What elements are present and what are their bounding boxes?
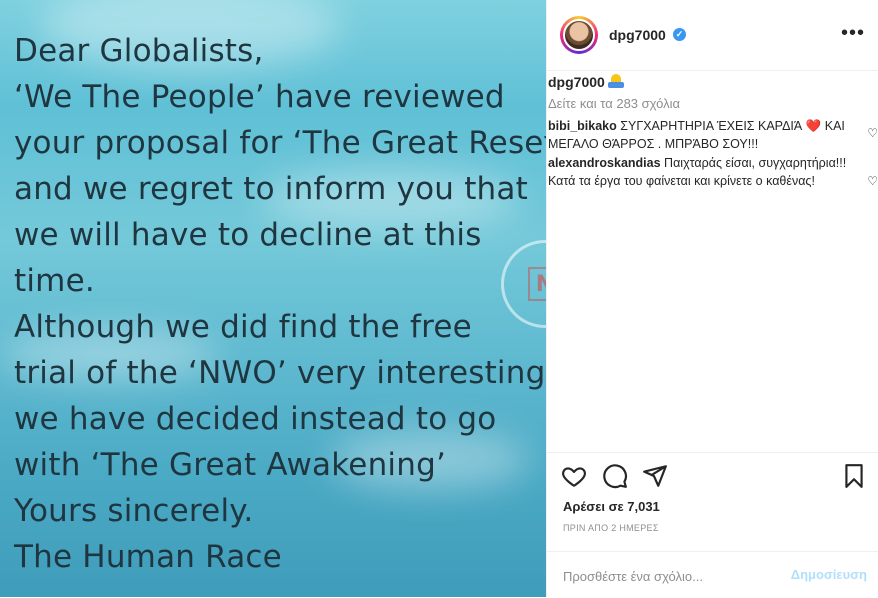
avatar[interactable] xyxy=(563,19,595,51)
add-comment-bar: Δημοσίευση xyxy=(547,551,878,598)
letter-line: we have decided instead to go xyxy=(14,401,497,437)
letter-line: with ‘The Great Awakening’ xyxy=(14,447,447,483)
letter-line: your proposal for ‘The Great Reset’ xyxy=(14,125,546,161)
comment-bubble-icon[interactable] xyxy=(602,463,628,489)
share-paper-plane-icon[interactable] xyxy=(642,463,668,489)
letter-line: we will have to decline at this xyxy=(14,217,482,253)
letter-line: Yours sincerely. xyxy=(14,493,254,529)
letter-line: trial of the ‘NWO’ very interesting, xyxy=(14,355,546,391)
comment-like-heart-icon[interactable]: ♡ xyxy=(867,126,878,140)
letter-line: Dear Globalists, xyxy=(14,33,264,69)
letter-text: Dear Globalists, ‘We The People’ have re… xyxy=(14,28,546,580)
letter-line: ‘We The People’ have reviewed xyxy=(14,79,505,115)
verified-badge-icon: ✓ xyxy=(673,28,686,41)
letter-line: The Human Race xyxy=(14,539,282,575)
comment-username[interactable]: alexandroskandias xyxy=(548,156,661,170)
post-date[interactable]: ΠΡΙΝ ΑΠΟ 2 ΗΜΕΡΕΣ xyxy=(563,523,659,533)
letter-line: Although we did find the free xyxy=(14,309,472,345)
comment-username[interactable]: bibi_bikako xyxy=(548,119,617,133)
save-bookmark-icon[interactable] xyxy=(841,463,867,489)
comment-like-heart-icon[interactable]: ♡ xyxy=(867,174,878,188)
letter-line: time. xyxy=(14,263,95,299)
post-actions: Αρέσει σε 7,031 ΠΡΙΝ ΑΠΟ 2 ΗΜΕΡΕΣ Δημοσί… xyxy=(547,452,878,597)
view-all-comments-link[interactable]: Δείτε και τα 283 σχόλια xyxy=(548,96,680,111)
like-heart-icon[interactable] xyxy=(561,463,587,489)
sunset-emoji-icon xyxy=(608,74,624,88)
post-comment-button[interactable]: Δημοσίευση xyxy=(791,567,867,582)
comment-item: alexandroskandias Παιχταράς είσαι, συγχα… xyxy=(548,154,858,190)
caption-username[interactable]: dpg7000 xyxy=(548,74,605,90)
avatar-story-ring[interactable] xyxy=(560,16,598,54)
header-username[interactable]: dpg7000 xyxy=(609,27,666,43)
letter-line: and we regret to inform you that xyxy=(14,171,528,207)
post-sidebar: dpg7000 ✓ ••• dpg7000 Δείτε και τα 283 σ… xyxy=(546,0,878,597)
comment-item: bibi_bikako ΣΥΓΧΑΡΗΤΗΡΙΑ ΈΧΕΙΣ ΚΑΡΔΙΆ ❤️… xyxy=(548,117,858,153)
likes-count[interactable]: Αρέσει σε 7,031 xyxy=(563,499,660,514)
add-comment-input[interactable] xyxy=(561,565,785,587)
post-image[interactable]: Dear Globalists, ‘We The People’ have re… xyxy=(0,0,546,597)
more-options-icon[interactable]: ••• xyxy=(841,22,865,45)
watermark-letter: N xyxy=(528,267,546,301)
post-header: dpg7000 ✓ ••• xyxy=(547,0,878,71)
